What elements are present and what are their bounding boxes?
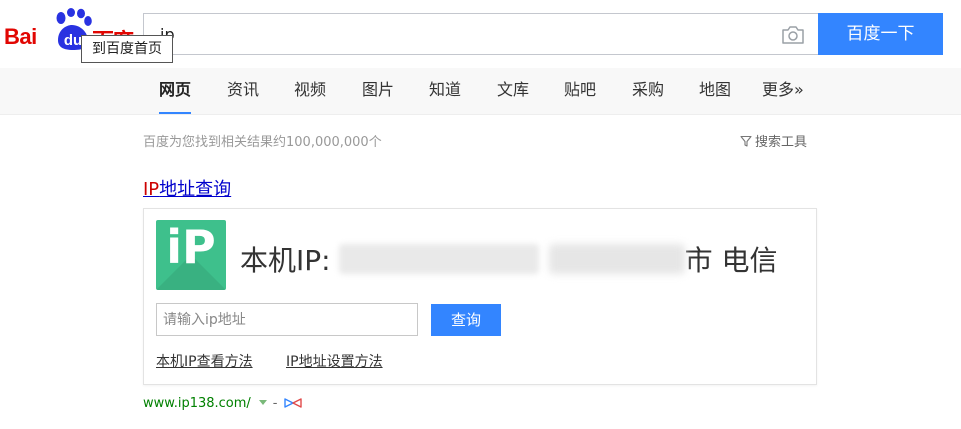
result-title-link[interactable]: IP地址查询: [143, 175, 231, 201]
nav-tab-wenku[interactable]: 文库: [497, 68, 529, 114]
ip-logo: iP: [156, 220, 226, 290]
nav-tab-video[interactable]: 视频: [294, 68, 326, 114]
logo-du: du: [64, 32, 82, 49]
url-dropdown-arrow-icon[interactable]: [258, 400, 267, 405]
local-ip-label: 本机IP:: [240, 244, 331, 277]
nav-tab-more[interactable]: 更多»: [762, 68, 804, 114]
blurred-ip-address: [338, 244, 539, 274]
camera-icon[interactable]: [781, 25, 805, 45]
ip-lookup-card: iP 本机IP: 市 电信 查询 本机IP查看方法 IP地址设置方法: [143, 208, 817, 385]
query-button[interactable]: 查询: [431, 304, 501, 336]
blurred-location: [548, 244, 685, 274]
url-dash: -: [272, 396, 278, 411]
search-tools-label: 搜索工具: [755, 135, 808, 150]
result-title-rest: 地址查询: [159, 179, 232, 200]
logo-text: Bai: [4, 24, 37, 50]
filter-icon: [740, 135, 752, 147]
nav-tab-purchase[interactable]: 采购: [632, 68, 664, 114]
vertical-nav: 网页 资讯 视频 图片 知道 文库 贴吧 采购 地图 更多»: [0, 68, 961, 115]
nav-tab-zhidao[interactable]: 知道: [429, 68, 461, 114]
nav-tab-news[interactable]: 资讯: [227, 68, 259, 114]
result-title-em: IP: [143, 179, 160, 200]
ip-location-suffix: 市 电信: [684, 244, 778, 277]
logo-bai: Bai: [4, 24, 37, 49]
header: Bai du 百度 到百度首页 百度一下: [0, 0, 961, 68]
ip-settings-howto-link[interactable]: IP地址设置方法: [286, 351, 383, 371]
local-ip-howto-link[interactable]: 本机IP查看方法: [156, 351, 253, 371]
source-url[interactable]: www.ip138.com/: [143, 396, 251, 411]
nav-tab-images[interactable]: 图片: [362, 68, 394, 114]
nav-tab-tieba[interactable]: 贴吧: [564, 68, 596, 114]
bow-icon[interactable]: [283, 398, 302, 408]
search-tools[interactable]: 搜索工具: [740, 131, 807, 150]
ip-logo-text: iP: [166, 220, 216, 274]
search-input[interactable]: [154, 14, 774, 54]
home-tooltip: 到百度首页: [81, 35, 173, 63]
nav-tab-map[interactable]: 地图: [699, 68, 731, 114]
search-box: [143, 13, 819, 55]
result-count: 百度为您找到相关结果约100,000,000个: [143, 135, 382, 150]
nav-tab-web[interactable]: 网页: [159, 68, 192, 114]
ip-address-input[interactable]: [156, 303, 418, 336]
source-url-line: www.ip138.com/ -: [143, 396, 302, 411]
local-ip-line: 本机IP: 市 电信: [240, 239, 777, 279]
search-button[interactable]: 百度一下: [818, 13, 943, 55]
